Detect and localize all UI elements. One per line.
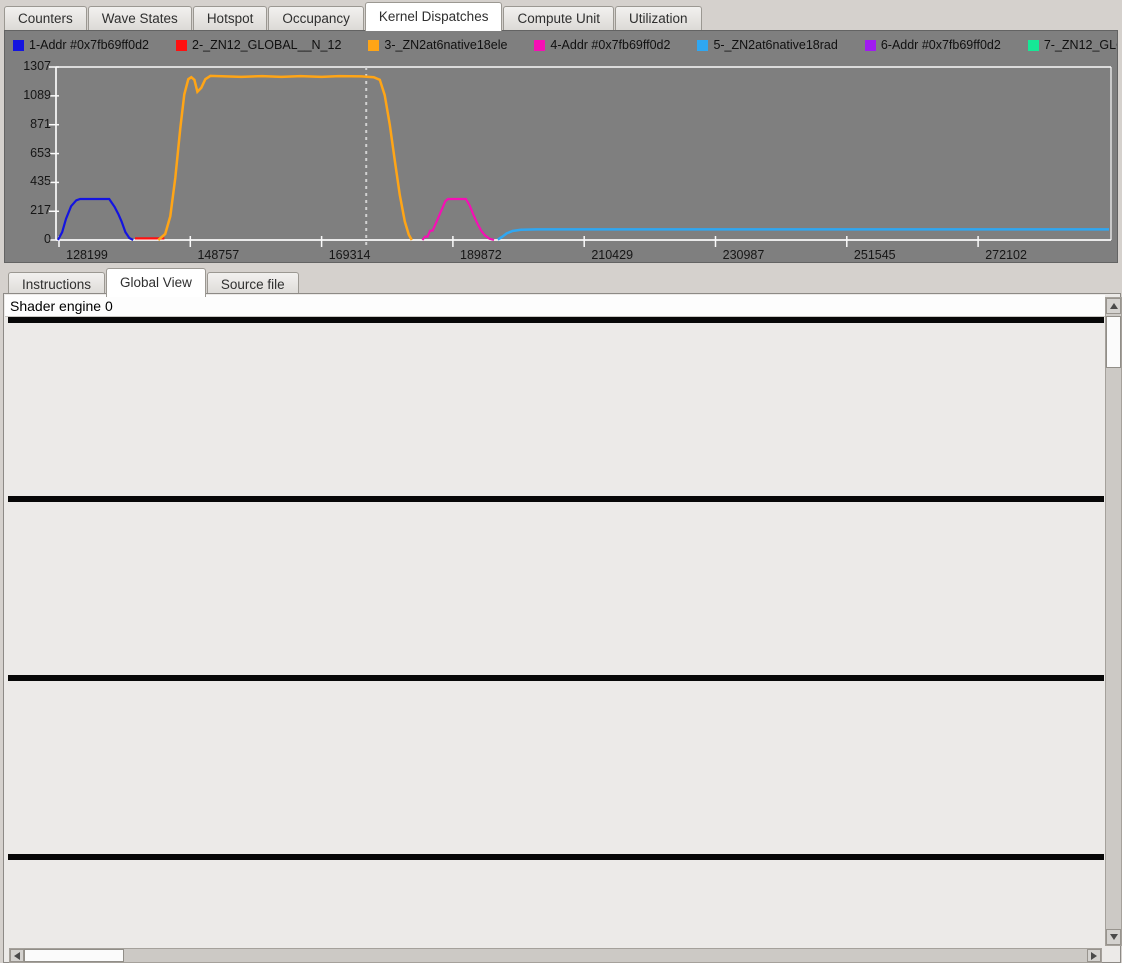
y-tick-label: 217 — [9, 203, 51, 217]
x-tick-label: 128199 — [57, 248, 117, 262]
x-tick-label: 148757 — [188, 248, 248, 262]
scroll-up-button[interactable] — [1106, 298, 1121, 314]
y-tick-label: 0 — [9, 232, 51, 246]
group-separator — [8, 675, 1104, 681]
y-tick-label: 1307 — [9, 59, 51, 73]
dispatch-timeline-chart[interactable] — [5, 31, 1119, 264]
tab-occupancy[interactable]: Occupancy — [268, 6, 364, 31]
tab-counters[interactable]: Counters — [4, 6, 87, 31]
tab-global-view[interactable]: Global View — [106, 268, 206, 297]
series-3-zn2at6native18ele — [158, 76, 411, 240]
vertical-scrollbar[interactable] — [1105, 297, 1122, 946]
tab-kernel-dispatches[interactable]: Kernel Dispatches — [365, 2, 503, 31]
series-4-addr-0x7fb69ff0d2 — [422, 199, 494, 240]
scroll-down-button[interactable] — [1106, 929, 1121, 945]
arrow-down-icon — [1110, 934, 1118, 940]
arrow-left-icon — [14, 952, 20, 960]
x-tick-label: 251545 — [845, 248, 905, 262]
x-tick-label: 230987 — [713, 248, 773, 262]
tab-compute-unit[interactable]: Compute Unit — [503, 6, 614, 31]
arrow-up-icon — [1110, 303, 1118, 309]
scroll-left-button[interactable] — [10, 949, 24, 962]
x-tick-label: 272102 — [976, 248, 1036, 262]
tab-utilization[interactable]: Utilization — [615, 6, 702, 31]
scroll-right-button[interactable] — [1087, 949, 1101, 962]
wave-rows-viewport[interactable] — [8, 317, 1104, 946]
series-5-zn2at6native18rad — [498, 229, 1109, 239]
y-tick-label: 871 — [9, 117, 51, 131]
tab-hotspot[interactable]: Hotspot — [193, 6, 268, 31]
horizontal-scroll-thumb[interactable] — [24, 949, 124, 962]
y-tick-label: 653 — [9, 146, 51, 160]
global-view-panel: Shader engine 0 — [3, 293, 1121, 963]
y-tick-label: 1089 — [9, 88, 51, 102]
group-separator — [8, 317, 1104, 323]
group-separator — [8, 496, 1104, 502]
x-tick-label: 169314 — [320, 248, 380, 262]
shader-engine-header: Shader engine 0 — [5, 295, 1105, 317]
series-1-addr-0x7fb69ff0d2 — [58, 199, 133, 240]
arrow-right-icon — [1091, 952, 1097, 960]
group-separator — [8, 854, 1104, 860]
x-tick-label: 189872 — [451, 248, 511, 262]
kernel-dispatch-chart-panel: 1-Addr #0x7fb69ff0d22-_ZN12_GLOBAL__N_12… — [4, 30, 1118, 263]
horizontal-scrollbar[interactable] — [9, 948, 1102, 963]
x-tick-label: 210429 — [582, 248, 642, 262]
tab-wave-states[interactable]: Wave States — [88, 6, 192, 31]
y-tick-label: 435 — [9, 174, 51, 188]
vertical-scroll-thumb[interactable] — [1106, 316, 1121, 368]
main-tab-bar: CountersWave StatesHotspotOccupancyKerne… — [4, 2, 703, 31]
